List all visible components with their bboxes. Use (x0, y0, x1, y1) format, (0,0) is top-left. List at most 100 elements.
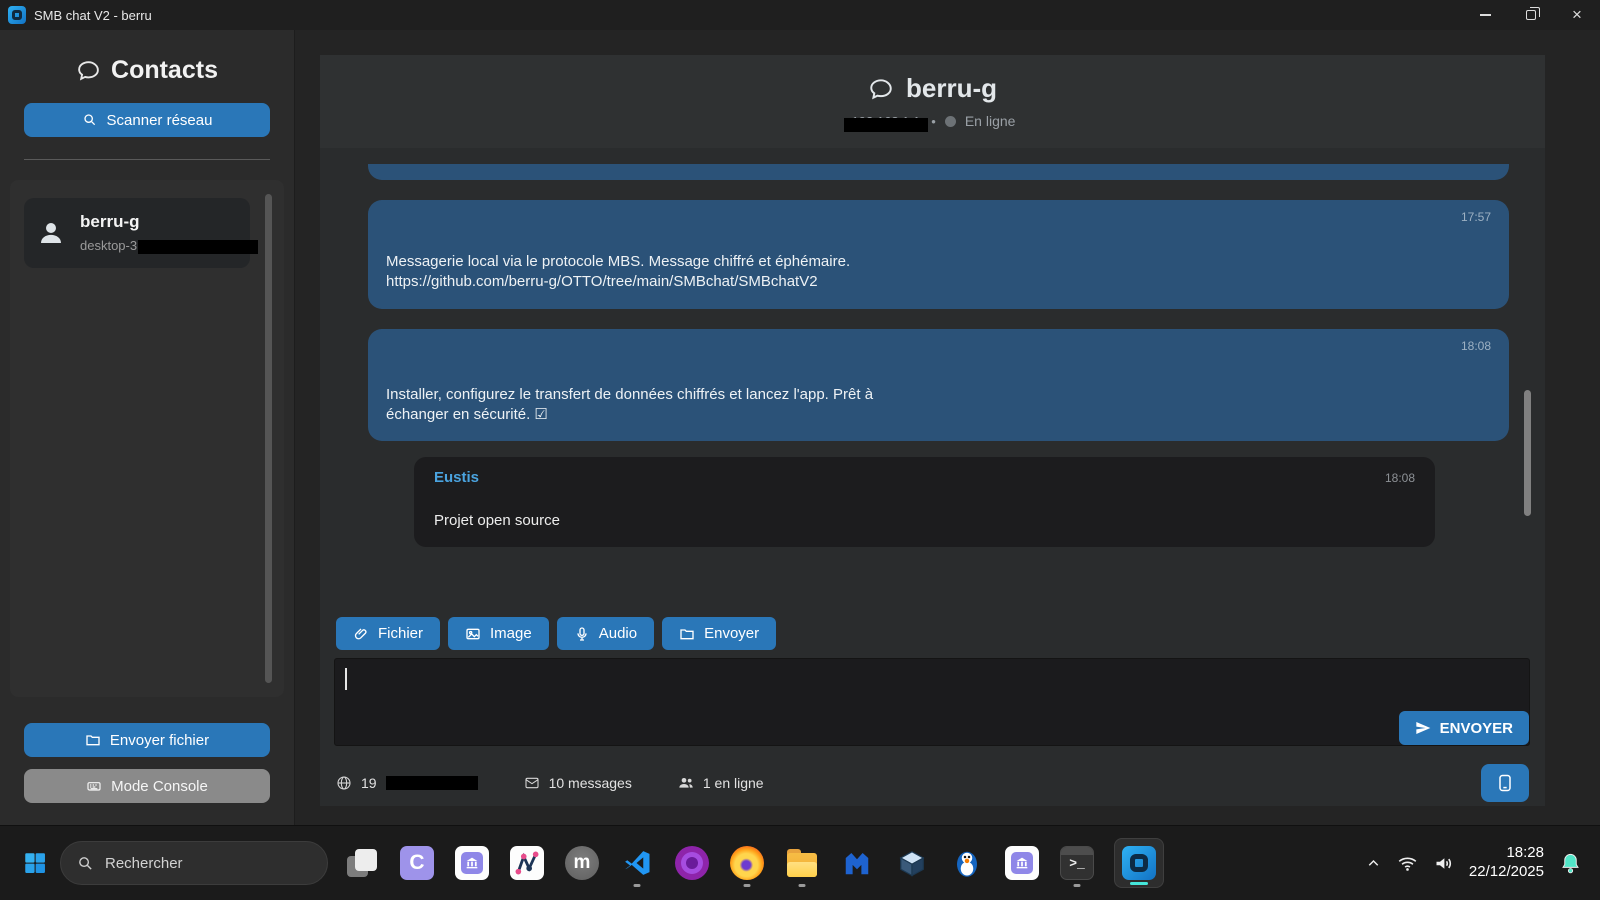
sidebar-title: Contacts (0, 56, 294, 85)
send-file-button[interactable]: Envoyer fichier (24, 723, 270, 757)
taskbar-app-file-explorer[interactable] (784, 837, 820, 889)
message-list: 17:57 Messagerie local via le protocole … (320, 148, 1545, 603)
message-text: Messagerie local via le protocole MBS. M… (386, 252, 1491, 293)
windows-start-icon (22, 850, 48, 876)
search-icon (77, 855, 94, 872)
message-time: 18:08 (1385, 471, 1415, 485)
mobile-sync-button[interactable] (1481, 764, 1529, 802)
chat-area: berru-g 192.168.1.1 • En ligne 17:57 (295, 30, 1600, 825)
bell-icon[interactable] (1559, 852, 1582, 875)
send-folder-button[interactable]: Envoyer (662, 617, 776, 650)
taskbar-app-vscode[interactable] (619, 837, 655, 889)
composer: Fichier Image Audio (320, 603, 1545, 746)
redaction-bar (386, 776, 478, 790)
clock[interactable]: 18:28 22/12/2025 (1469, 844, 1544, 882)
taskbar: Rechercher C m (0, 825, 1600, 900)
folder-icon (85, 732, 101, 748)
close-icon[interactable]: × (1554, 0, 1600, 30)
record-audio-button[interactable]: Audio (557, 617, 654, 650)
send-message-button[interactable]: ENVOYER (1399, 711, 1529, 745)
image-icon (465, 626, 481, 642)
maximize-icon[interactable] (1508, 0, 1554, 30)
peer-ip: 192.168.1.1 (850, 114, 923, 129)
avatar (36, 212, 66, 254)
taskbar-app-smb-chat-active[interactable] (1114, 838, 1164, 888)
chat-title: berru-g (868, 73, 997, 104)
console-mode-button[interactable]: Mode Console (24, 769, 270, 803)
chat-scrollbar[interactable] (1524, 390, 1531, 516)
chat-subheader: 192.168.1.1 • En ligne (850, 112, 1016, 130)
taskbar-app-bank-chat[interactable] (454, 837, 490, 889)
attach-file-button[interactable]: Fichier (336, 617, 440, 650)
status-dot (945, 116, 956, 127)
taskbar-app-firefox[interactable] (729, 837, 765, 889)
sidebar-divider (24, 159, 270, 160)
contact-list: berru-g desktop-3 (10, 180, 284, 697)
system-tray: 18:28 22/12/2025 (1365, 844, 1586, 882)
contacts-sidebar: Contacts Scanner réseau berru-g desktop-… (0, 30, 295, 825)
message-input[interactable]: ENVOYER (334, 658, 1530, 746)
active-indicator (1130, 882, 1148, 885)
bank-icon (1014, 855, 1030, 871)
users-icon (678, 775, 694, 791)
message-bubble-received: Eustis 18:08 Projet open source (414, 457, 1435, 547)
penguin-icon (952, 848, 982, 878)
taskbar-app-task-view[interactable] (344, 837, 380, 889)
microphone-icon (574, 626, 590, 642)
wifi-icon[interactable] (1397, 853, 1418, 874)
text-caret (345, 668, 347, 690)
attach-image-button[interactable]: Image (448, 617, 549, 650)
redaction-bar (138, 240, 258, 254)
message-sender: Eustis (434, 469, 479, 486)
tray-time: 18:28 (1469, 844, 1544, 863)
taskbar-app-c-app[interactable]: C (399, 837, 435, 889)
chat-bubble-icon (868, 76, 894, 102)
message-time: 17:57 (386, 210, 1491, 226)
send-arrow-icon (1415, 720, 1431, 736)
taskbar-search[interactable]: Rechercher (60, 841, 328, 885)
globe-icon (336, 775, 352, 791)
taskbar-app-penguin[interactable] (949, 837, 985, 889)
message-text: Projet open source (434, 512, 1415, 529)
start-button[interactable] (14, 840, 56, 886)
paperclip-icon (353, 626, 369, 642)
online-status: En ligne (965, 113, 1016, 129)
tray-date: 22/12/2025 (1469, 863, 1544, 882)
volume-icon[interactable] (1433, 853, 1454, 874)
taskbar-app-terminal[interactable]: >_ (1059, 837, 1095, 889)
virtualbox-icon (897, 848, 927, 878)
message-text: Installer, configurez le transfert de do… (386, 385, 1491, 426)
taskbar-app-tor[interactable] (674, 837, 710, 889)
window-title: SMB chat V2 - berru (34, 8, 152, 23)
folder-icon (679, 626, 695, 642)
envelope-icon (524, 775, 540, 791)
scan-network-button[interactable]: Scanner réseau (24, 103, 270, 137)
composer-toolbar: Fichier Image Audio (336, 617, 1530, 650)
titlebar: SMB chat V2 - berru × (0, 0, 1600, 30)
malwarebytes-icon (842, 848, 872, 878)
taskbar-app-mastodon[interactable]: m (564, 837, 600, 889)
taskbar-app-bank-chat-2[interactable] (1004, 837, 1040, 889)
vscode-icon (622, 848, 652, 878)
minimize-icon[interactable] (1462, 0, 1508, 30)
message-bubble-truncated (368, 164, 1509, 180)
contact-item[interactable]: berru-g desktop-3 (24, 198, 250, 268)
chat-header: berru-g 192.168.1.1 • En ligne (320, 55, 1545, 148)
chevron-up-icon[interactable] (1365, 855, 1382, 872)
message-bubble-sent: 17:57 Messagerie local via le protocole … (368, 200, 1509, 309)
separator-dot: • (931, 114, 936, 129)
user-icon (36, 218, 66, 248)
running-indicator (744, 884, 751, 887)
running-indicator (634, 884, 641, 887)
taskbar-apps: C m (344, 837, 1164, 889)
smb-chat-icon (1122, 846, 1156, 880)
contact-list-scrollbar[interactable] (265, 194, 272, 683)
taskbar-app-molecule[interactable] (509, 837, 545, 889)
molecule-icon (514, 850, 540, 876)
contact-device: desktop-3 (80, 238, 258, 254)
redaction-bar (844, 118, 929, 132)
mobile-device-icon (1495, 773, 1515, 793)
taskbar-app-virtualbox[interactable] (894, 837, 930, 889)
taskbar-app-malwarebytes[interactable] (839, 837, 875, 889)
app-logo-icon (8, 6, 26, 24)
